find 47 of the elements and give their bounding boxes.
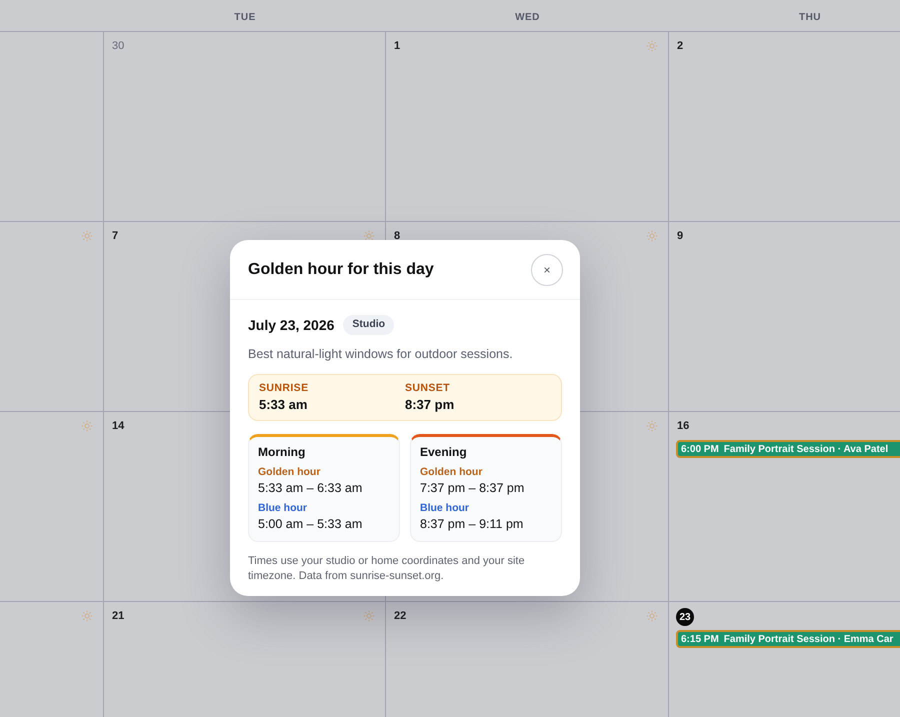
day-cell[interactable]: 2: [669, 32, 900, 221]
period-title: Morning: [258, 444, 306, 460]
window-label: Blue hour: [420, 501, 469, 515]
day-number: 7: [112, 229, 118, 244]
window-time-range: 5:33 am – 6:33 am: [258, 480, 362, 497]
sun-time-value: 8:37 pm: [405, 396, 454, 414]
day-number: 1: [394, 39, 400, 54]
day-cell[interactable]: 22: [386, 602, 669, 717]
today-day-number: 23: [676, 608, 694, 626]
day-number: 8: [394, 229, 400, 244]
event-chip[interactable]: 6:00 PM Family Portrait Session · Ava Patel: [676, 440, 900, 458]
window-time-range: 5:00 am – 5:33 am: [258, 516, 362, 533]
close-button[interactable]: ×: [531, 254, 563, 286]
day-number: 21: [112, 609, 124, 624]
weekday-header: WED: [515, 11, 540, 25]
day-cell[interactable]: 21: [104, 602, 386, 717]
event-title: Family Portrait Session · Ava Patel: [724, 442, 888, 456]
day-cell[interactable]: 23 6:15 PM Family Portrait Session · Emma Car: [669, 602, 900, 717]
event-title: Family Portrait Session · Emma Car: [724, 632, 894, 646]
day-cell[interactable]: 1: [386, 32, 669, 221]
period-title: Evening: [420, 444, 467, 460]
day-cell[interactable]: 16 6:00 PM Family Portrait Session · Ava Patel: [669, 412, 900, 601]
sun-time-label: SUNRISE: [259, 381, 308, 395]
location-badge: Studio: [343, 315, 394, 335]
event-chip[interactable]: 6:15 PM Family Portrait Session · Emma Car: [676, 630, 900, 648]
dialog-title: Golden hour for this day: [248, 260, 434, 280]
day-number: 2: [677, 39, 684, 54]
window-label: Blue hour: [258, 501, 307, 515]
sun-time-value: 5:33 am: [259, 396, 308, 414]
day-number: 22: [394, 609, 406, 624]
event-time: 6:15 PM: [681, 632, 719, 646]
day-number: 30: [112, 39, 124, 54]
window-time-range: 7:37 pm – 8:37 pm: [420, 480, 524, 497]
window-time-range: 8:37 pm – 9:11 pm: [420, 516, 524, 533]
sun-time-label: SUNSET: [405, 381, 450, 395]
window-label: Golden hour: [258, 465, 320, 479]
day-number: 16: [677, 419, 690, 434]
selected-date: July 23, 2026: [248, 316, 334, 335]
window-label: Golden hour: [420, 465, 482, 479]
weekday-header: TUE: [234, 11, 256, 25]
weekday-header: THU: [798, 11, 822, 25]
day-number: 14: [112, 419, 124, 434]
dialog-description: Best natural-light windows for outdoor sessions.: [248, 346, 514, 362]
day-cell[interactable]: 9: [669, 222, 900, 411]
day-number: 9: [677, 229, 684, 244]
event-time: 6:00 PM: [681, 442, 719, 456]
data-source-note: Times use your studio or home coordinates and your site timezone. Data from sunrise-sunset.org.: [248, 554, 526, 584]
